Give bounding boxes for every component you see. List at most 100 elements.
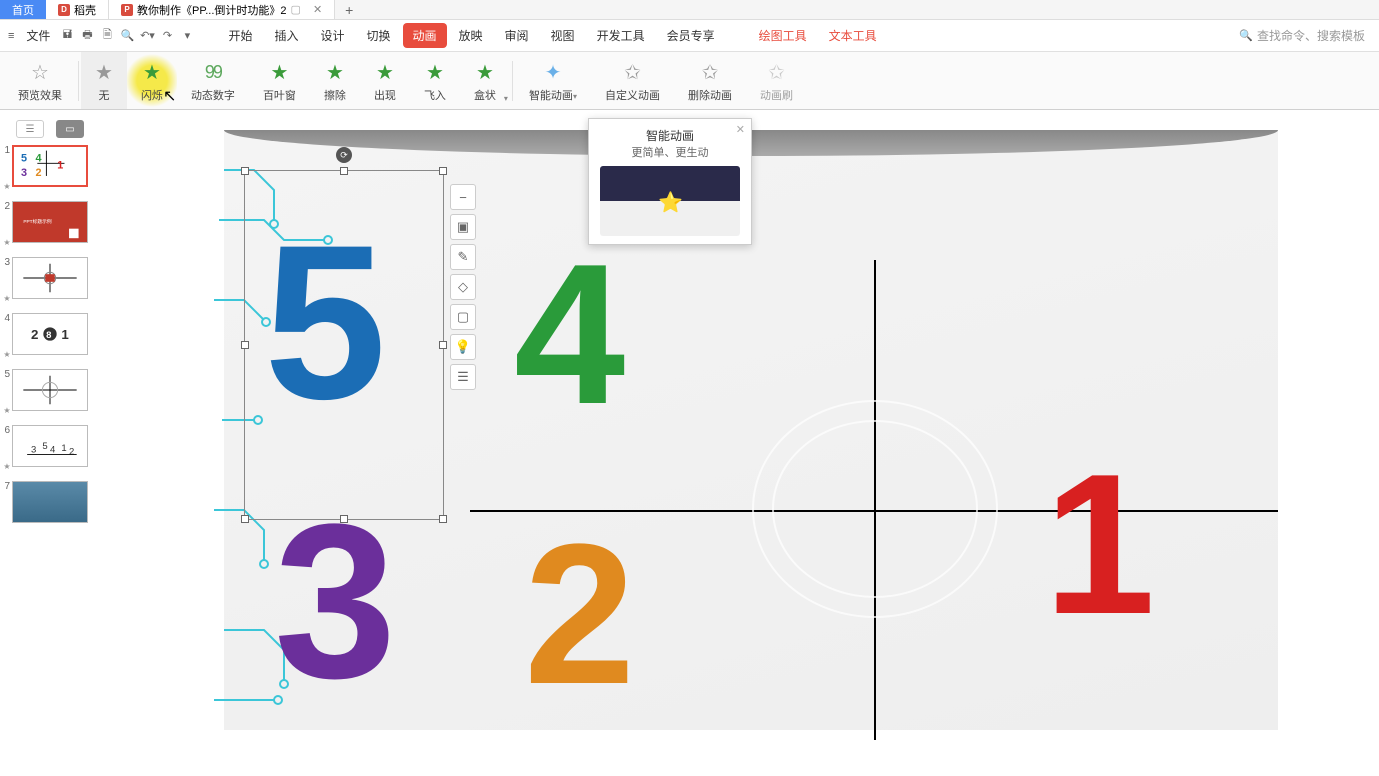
menu-design[interactable]: 设计 [310,23,354,48]
home-tab[interactable]: 首页 [0,0,46,19]
ppt-icon: P [121,4,133,16]
docer-tab[interactable]: D 稻壳 [46,0,109,19]
anim-indicator-icon: ★ [3,462,10,471]
more-anim-icon[interactable]: ▾ [504,94,508,103]
anim-none-button[interactable]: ★ 无 [81,52,127,109]
minus-icon[interactable]: − [450,184,476,210]
preview-effect-button[interactable]: ☆ 预览效果 [4,52,76,109]
anim-appear-label: 出现 [374,87,396,103]
svg-text:2: 2 [36,167,42,179]
resize-handle[interactable] [340,167,348,175]
menu-devtools[interactable]: 开发工具 [587,23,655,48]
anim-wipe-button[interactable]: ★ 擦除 [310,52,360,109]
anim-blink-label: 闪烁 [141,87,163,103]
resize-handle[interactable] [439,515,447,523]
selection-box[interactable]: ⟳ [244,170,444,520]
redo-icon[interactable]: ↷ [158,27,176,45]
slide-thumb-2[interactable]: 2★ PPT标题示例 [0,201,100,247]
preview-icon[interactable]: 🗎 [98,27,116,45]
anim-blinds-label: 百叶窗 [263,87,296,103]
svg-text:4: 4 [36,152,42,164]
resize-handle[interactable] [241,167,249,175]
undo-icon[interactable]: ↶▾ [138,27,156,45]
menu-review[interactable]: 审阅 [495,23,539,48]
resize-handle[interactable] [439,341,447,349]
menu-slideshow[interactable]: 放映 [449,23,493,48]
pencil-icon[interactable]: ✎ [450,244,476,270]
menu-view[interactable]: 视图 [541,23,585,48]
svg-text:4: 4 [50,445,56,456]
anim-blink-button[interactable]: ★ 闪烁 [127,52,177,109]
rectangle-icon[interactable]: ▢ [450,304,476,330]
layers-icon[interactable]: ▣ [450,214,476,240]
svg-text:8: 8 [46,330,51,341]
number-4[interactable]: 4 [514,220,625,450]
svg-text:1: 1 [57,160,63,172]
command-search[interactable]: 查找命令、搜索模板 [1239,27,1365,44]
anim-appear-button[interactable]: ★ 出现 [360,52,410,109]
document-tab-label: 教你制作《PP...倒计时功能》2 [137,2,287,18]
menu-transition[interactable]: 切换 [356,23,400,48]
target-circle-inner [772,420,978,598]
menu-start[interactable]: 开始 [218,23,262,48]
svg-text:2: 2 [31,327,38,342]
anim-box-label: 盒状 [474,87,496,103]
menu-animation[interactable]: 动画 [403,23,447,48]
diamond-icon[interactable]: ◇ [450,274,476,300]
slide-thumb-6[interactable]: 6★ 35412 [0,425,100,471]
document-tab[interactable]: P 教你制作《PP...倒计时功能》2 ▢ ✕ [109,0,335,19]
animation-ribbon: ☆ 预览效果 ★ 无 ★ 闪烁 99 动态数字 ★ 百叶窗 ★ 擦除 ★ 出现 … [0,52,1379,110]
rotate-handle[interactable]: ⟳ [336,147,352,163]
slide-thumb-5[interactable]: 5★ [0,369,100,415]
lightbulb-icon[interactable]: 💡 [450,334,476,360]
slide-thumb-1[interactable]: 1★ 54321 [0,145,100,191]
star-icon: ★ [270,60,288,85]
anim-indicator-icon: ★ [3,182,10,191]
number-2[interactable]: 2 [524,500,635,730]
tooltip-title: 智能动画 [597,127,743,144]
resize-handle[interactable] [439,167,447,175]
smart-animation-tooltip: ✕ 智能动画 更简单、更生动 ⭐ [588,118,752,245]
tooltip-subtitle: 更简单、更生动 [597,144,743,160]
anim-flyin-button[interactable]: ★ 飞入 [410,52,460,109]
slide-thumb-3[interactable]: 3★ [0,257,100,303]
hamburger-icon[interactable]: ≡ [4,28,18,44]
menu-drawing-tools[interactable]: 绘图工具 [749,23,817,48]
anim-indicator-icon: ★ [3,238,10,247]
number-1[interactable]: 1 [1044,430,1155,660]
svg-text:5: 5 [21,152,27,164]
resize-handle[interactable] [340,515,348,523]
animation-brush-button: ✩ 动画刷 [746,52,807,109]
list-icon[interactable]: ☰ [450,364,476,390]
new-tab-button[interactable]: + [335,2,363,18]
thumbnail-view-button[interactable]: ▭ [56,120,84,138]
menu-insert[interactable]: 插入 [264,23,308,48]
zoom-icon[interactable]: 🔍 [118,27,136,45]
slide-thumb-4[interactable]: 4★ 281 [0,313,100,359]
close-icon[interactable]: ✕ [736,123,745,136]
file-menu[interactable]: 文件 [20,25,56,46]
menu-member[interactable]: 会员专享 [657,23,725,48]
anim-box-button[interactable]: ★ 盒状 ▾ [460,52,510,109]
anim-dynamic-number-button[interactable]: 99 动态数字 [177,52,249,109]
object-floating-toolbar: − ▣ ✎ ◇ ▢ 💡 ☰ [450,184,476,390]
anim-indicator-icon: ★ [3,294,10,303]
ribbon-divider [512,61,513,101]
smart-animation-button[interactable]: ✦ 智能动画▾ [515,52,591,109]
save-icon[interactable]: 🖬 [58,27,76,45]
menu-text-tools[interactable]: 文本工具 [819,23,887,48]
close-tab-icon[interactable]: ✕ [313,3,322,16]
resize-handle[interactable] [241,515,249,523]
anim-brush-label: 动画刷 [760,87,793,103]
anim-wipe-label: 擦除 [324,87,346,103]
slide-thumb-7[interactable]: 7 [0,481,100,523]
docer-icon: D [58,4,70,16]
resize-handle[interactable] [241,341,249,349]
print-icon[interactable]: 🖶 [78,27,96,45]
delete-animation-button[interactable]: ✩ 删除动画 [674,52,746,109]
more-qa-icon[interactable]: ▾ [178,27,196,45]
outline-view-button[interactable]: ☰ [16,120,44,138]
smart-anim-label: 智能动画▾ [529,87,577,103]
custom-animation-button[interactable]: ✩ 自定义动画 [591,52,674,109]
anim-blinds-button[interactable]: ★ 百叶窗 [249,52,310,109]
